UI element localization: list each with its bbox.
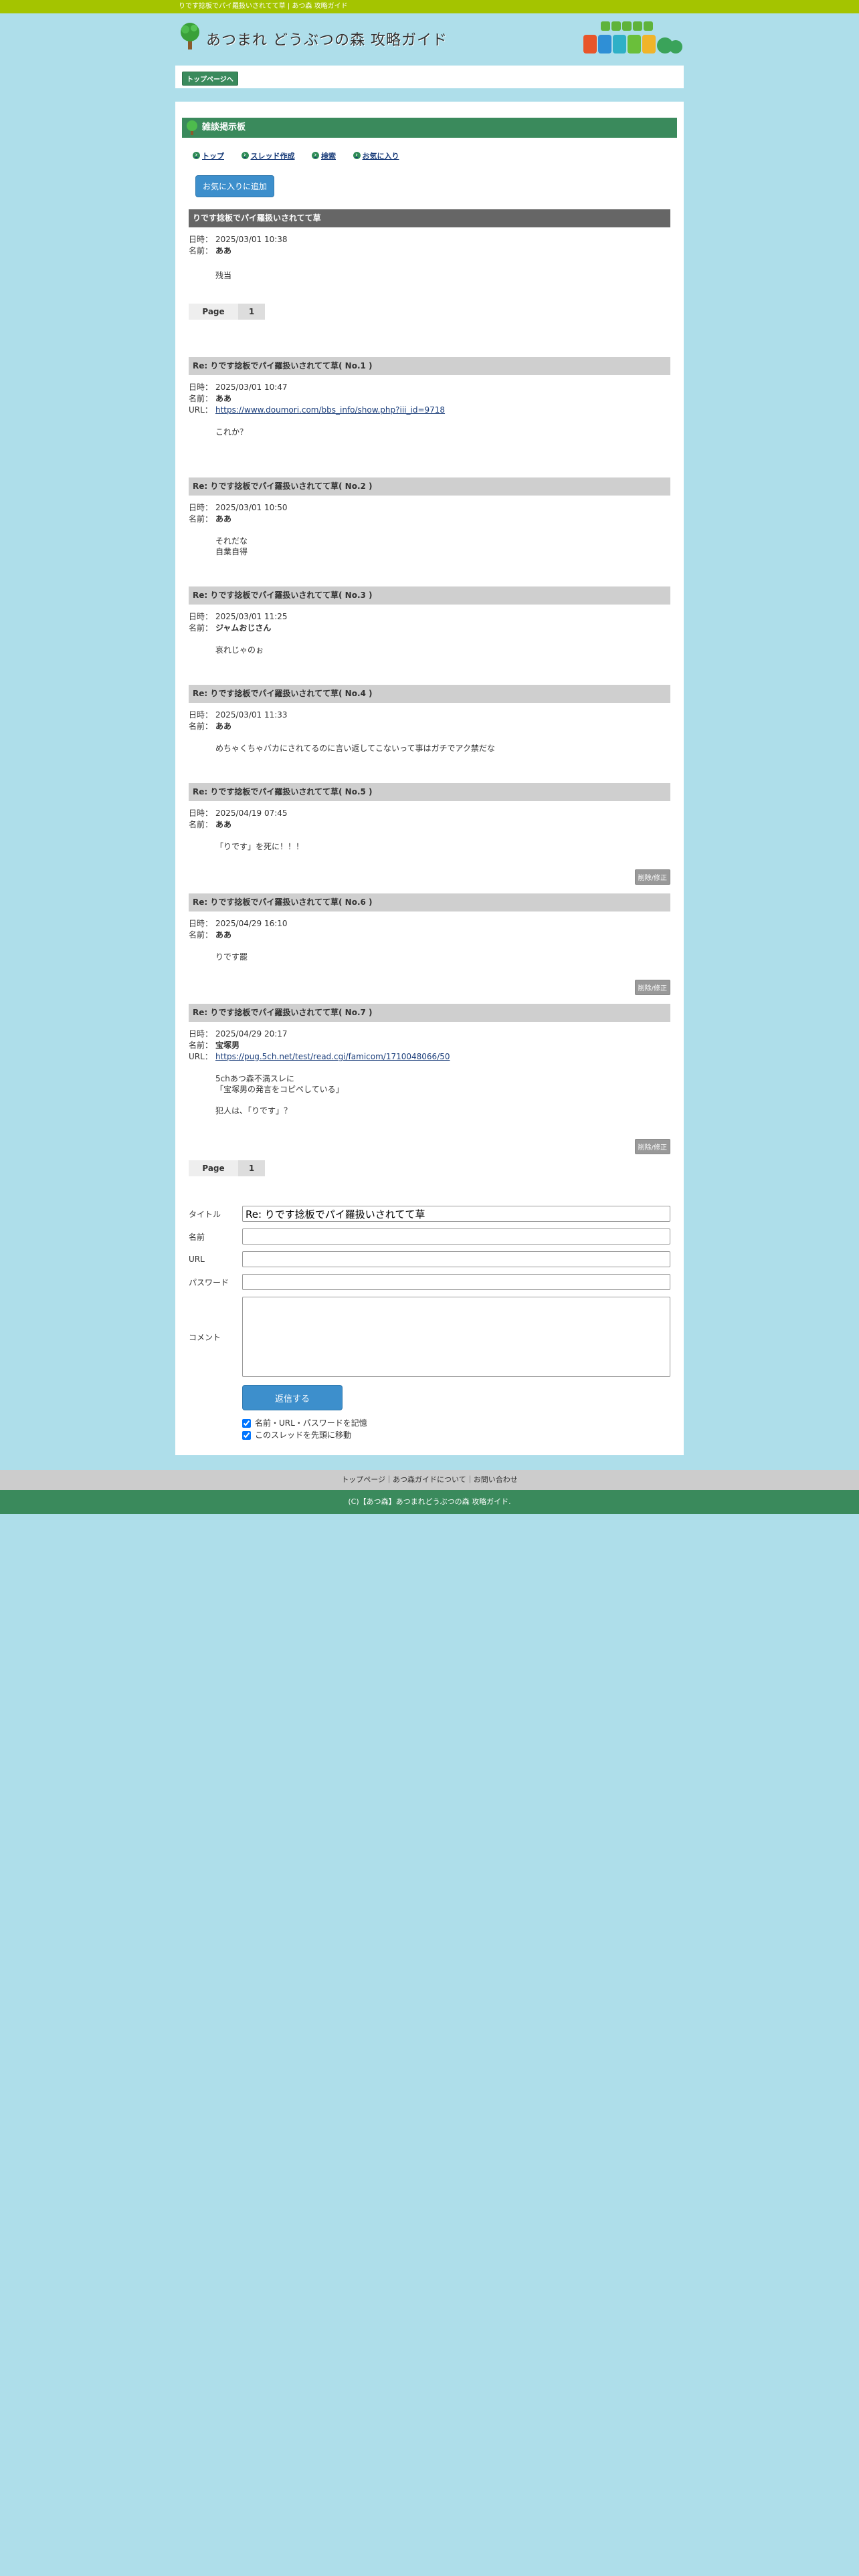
post-date: 2025/04/19 07:45 — [215, 809, 288, 818]
tree-logo-icon[interactable] — [178, 21, 202, 51]
comment-label: コメント — [189, 1332, 221, 1342]
password-input[interactable] — [242, 1274, 670, 1290]
thread-title: りです捻板でパイ羅扱いされてて草 — [189, 209, 670, 227]
tree-icon — [187, 120, 197, 135]
top-banner: りです捻板でパイ羅扱いされてて草 | あつ森 攻略ガイド — [0, 0, 859, 13]
name-input[interactable] — [242, 1228, 670, 1245]
post-body: それだな 自業自得 — [215, 536, 248, 556]
thread: りです捻板でパイ羅扱いされてて草 日時： 2025/03/01 10:38 名前：… — [189, 209, 670, 1441]
nav-favorites-link[interactable]: › お気に入り — [353, 150, 399, 161]
post-body: めちゃくちゃバカにされてるのに言い返してこないって事はガチでアク禁だな — [215, 744, 495, 753]
atsumori-brand-logo — [583, 21, 682, 53]
post-author: 宝塚男 — [215, 1041, 240, 1050]
post-meta: 日時： 2025/03/01 10:50 名前： ああ — [189, 503, 288, 524]
url-input[interactable] — [242, 1251, 670, 1267]
post-author: ジャムおじさん — [215, 623, 272, 633]
page-label: Page — [189, 304, 238, 320]
post-date: 2025/03/01 11:25 — [215, 612, 288, 621]
title-input[interactable] — [242, 1206, 670, 1222]
delete-edit-button[interactable]: 削除/修正 — [634, 1139, 670, 1154]
remember-checkbox[interactable] — [242, 1418, 251, 1428]
page-caption: りです捻板でパイ羅扱いされてて草 | あつ森 攻略ガイド — [179, 3, 348, 10]
breadcrumb: トップページへ — [175, 66, 684, 88]
post-author: ああ — [215, 930, 232, 940]
post-meta: 日時： 2025/04/19 07:45 名前： ああ — [189, 809, 288, 829]
post-body: 哀れじゃのぉ — [215, 645, 264, 655]
post-author: ああ — [215, 394, 232, 403]
site-title[interactable]: あつまれ どうぶつの森 攻略ガイド — [206, 28, 448, 49]
post-header: Re: りです捻板でパイ羅扱いされてて草( No.7 ) — [189, 1004, 670, 1022]
post-header: Re: りです捻板でパイ羅扱いされてて草( No.6 ) — [189, 893, 670, 911]
post-meta: 日時： 2025/03/01 10:47 名前： ああ URL： https://ww… — [189, 383, 446, 415]
top-page-link[interactable]: トップページへ — [182, 72, 238, 86]
board-header: 雑談掲示板 — [182, 118, 677, 138]
arrow-circle-icon: › — [241, 152, 249, 159]
post-header: Re: りです捻板でパイ羅扱いされてて草( No.4 ) — [189, 685, 670, 703]
move-to-top-checkbox[interactable] — [242, 1430, 251, 1440]
arrow-circle-icon: › — [353, 152, 361, 159]
password-label: パスワード — [189, 1277, 229, 1287]
page-label: Page — [189, 1160, 238, 1176]
post-header: Re: りです捻板でパイ羅扱いされてて草( No.2 ) — [189, 477, 670, 496]
post-body: 「りです」を死に！！！ — [215, 842, 304, 851]
post-meta: 日時： 2025/04/29 20:17 名前： 宝塚男 URL： https://p… — [189, 1029, 450, 1061]
board-nav: › トップ › スレッド作成 › 検索 › お気に入り — [193, 150, 677, 160]
post-url-link[interactable]: https://pug.5ch.net/test/read.cgi/famico… — [215, 1052, 450, 1061]
post-header: Re: りです捻板でパイ羅扱いされてて草( No.1 ) — [189, 357, 670, 375]
post-date: 2025/03/01 10:47 — [215, 383, 288, 392]
delete-edit-button[interactable]: 削除/修正 — [634, 980, 670, 995]
arrow-circle-icon: › — [312, 152, 319, 159]
post-meta: 日時： 2025/03/01 11:25 名前： ジャムおじさん — [189, 612, 288, 633]
title-label: タイトル — [189, 1209, 221, 1219]
post-date: 2025/04/29 16:10 — [215, 919, 288, 928]
post-date: 2025/03/01 10:50 — [215, 503, 288, 512]
delete-edit-button[interactable]: 削除/修正 — [634, 869, 670, 885]
footer-nav[interactable]: トップページ｜あつ森ガイドについて｜お問い合わせ — [0, 1470, 859, 1490]
pagination: Page 1 — [189, 1160, 265, 1176]
pagination: Page 1 — [189, 304, 265, 320]
nav-top-link[interactable]: › トップ — [193, 150, 224, 161]
post-author: ああ — [215, 514, 232, 524]
post-meta: 日時： 2025/03/01 10:38 名前： ああ — [189, 235, 288, 255]
arrow-circle-icon: › — [193, 152, 200, 159]
post-author: ああ — [215, 246, 232, 255]
page-1-link[interactable]: 1 — [238, 1160, 265, 1176]
url-label: URL — [189, 1255, 205, 1264]
post-header: Re: りです捻板でパイ羅扱いされてて草( No.5 ) — [189, 783, 670, 801]
copyright: (C)【あつ森】あつまれどうぶつの森 攻略ガイド. — [0, 1490, 859, 1514]
post-date: 2025/03/01 10:38 — [215, 235, 288, 244]
post-meta: 日時： 2025/03/01 11:33 名前： ああ — [189, 710, 288, 731]
post-body: 残当 — [215, 271, 232, 280]
submit-reply-button[interactable]: 返信する — [242, 1385, 343, 1410]
post-body: りです罷 — [215, 952, 248, 962]
nav-create-thread-link[interactable]: › スレッド作成 — [241, 150, 295, 161]
main-content: 雑談掲示板 › トップ › スレッド作成 › 検索 › お気に入り お気に入りに追加 り… — [175, 102, 684, 1455]
site-header: あつまれ どうぶつの森 攻略ガイド — [175, 13, 684, 66]
reply-form: タイトル 名前 URL パスワード コメント 返信する 名前・URL・パスワー — [189, 1206, 670, 1441]
nav-search-link[interactable]: › 検索 — [312, 150, 336, 161]
post-url-link[interactable]: https://www.doumori.com/bbs_info/show.ph… — [215, 405, 445, 415]
post-body: 5chあつ森不満スレに 「宝塚男の発言をコピペしている」 犯人は、「りです」？ — [215, 1074, 344, 1115]
post-date: 2025/04/29 20:17 — [215, 1029, 288, 1039]
post-body: これか？ — [215, 427, 248, 437]
add-favorite-button[interactable]: お気に入りに追加 — [195, 175, 275, 197]
page-1-link[interactable]: 1 — [238, 304, 265, 320]
comment-textarea[interactable] — [242, 1297, 670, 1377]
name-label: 名前 — [189, 1232, 205, 1242]
board-title: 雑談掲示板 — [202, 122, 246, 132]
post-meta: 日時： 2025/04/29 16:10 名前： ああ — [189, 919, 288, 940]
post-author: ああ — [215, 820, 232, 829]
post-date: 2025/03/01 11:33 — [215, 710, 288, 720]
post-header: Re: りです捻板でパイ羅扱いされてて草( No.3 ) — [189, 586, 670, 605]
post-author: ああ — [215, 722, 232, 731]
